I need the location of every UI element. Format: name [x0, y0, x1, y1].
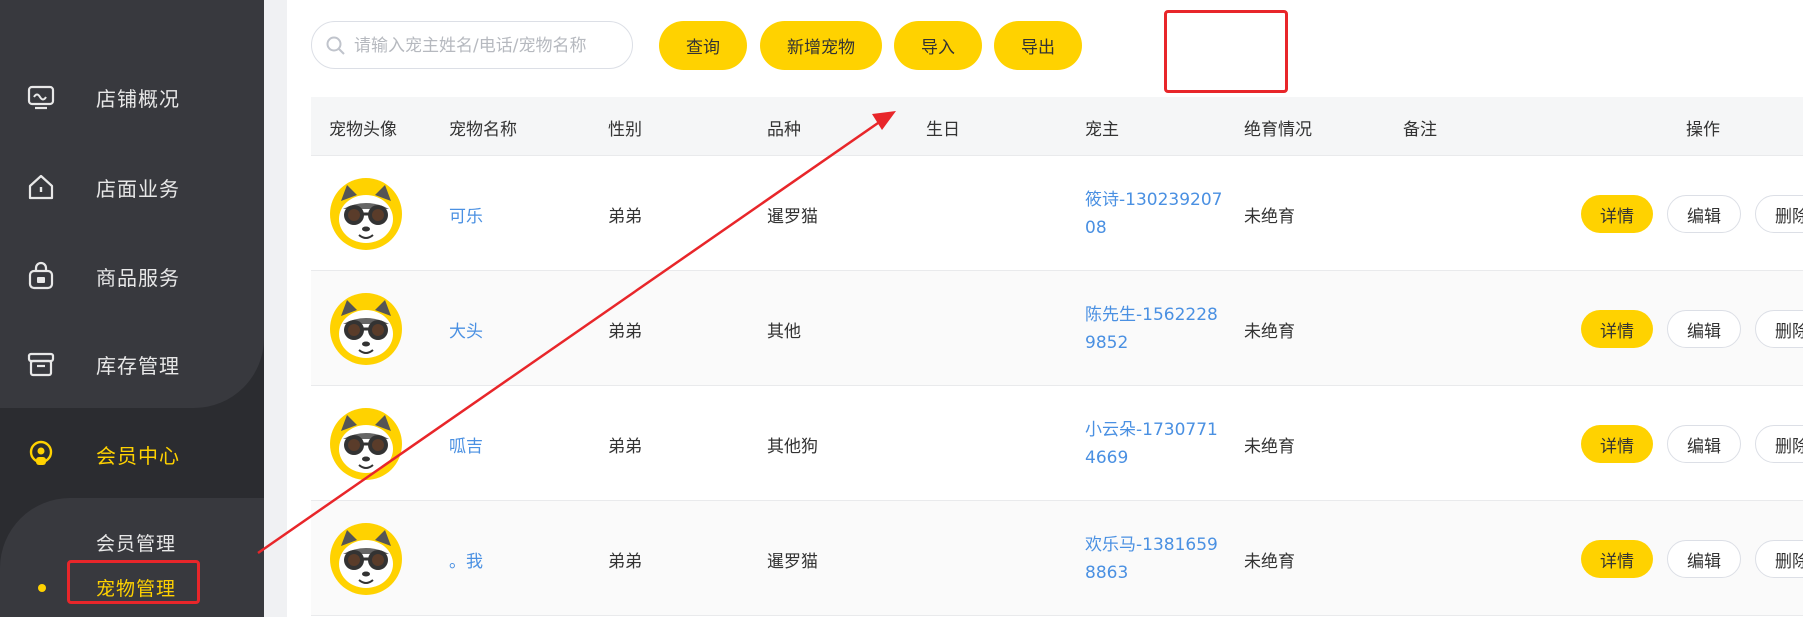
archive-box-icon — [27, 352, 55, 377]
pet-avatar — [330, 408, 402, 480]
main-content: 查询 新增宠物 导入 导出 宠物头像 宠物名称 性别 品种 生日 宠主 绝育情况… — [287, 0, 1803, 617]
table-row: 可乐 弟弟 暹罗猫 筱诗-13023920708 未绝育 详情 编辑 删除 — [311, 156, 1803, 271]
search-icon — [326, 36, 345, 55]
pet-avatar — [330, 178, 402, 250]
edit-button[interactable]: 编辑 — [1667, 425, 1741, 463]
pet-owner-link[interactable]: 欢乐马-13816598863 — [1085, 531, 1225, 587]
sidebar-item-label: 商品服务 — [96, 265, 180, 290]
search-input[interactable] — [352, 32, 626, 60]
header-breed: 品种 — [767, 120, 801, 140]
pet-sterilization: 未绝育 — [1244, 322, 1295, 342]
edit-button[interactable]: 编辑 — [1667, 195, 1741, 233]
import-button[interactable]: 导入 — [894, 21, 982, 70]
pet-avatar — [330, 523, 402, 595]
pet-avatar — [330, 293, 402, 365]
sidebar-item-label: 会员中心 — [96, 443, 180, 468]
pet-name-link[interactable]: 呱吉 — [449, 432, 483, 457]
pet-owner-link[interactable]: 筱诗-13023920708 — [1085, 186, 1225, 242]
edit-button[interactable]: 编辑 — [1667, 540, 1741, 578]
delete-button[interactable]: 删除 — [1755, 425, 1803, 463]
header-owner: 宠主 — [1085, 120, 1119, 140]
sidebar-subitem-member-management[interactable]: 会员管理 — [96, 529, 176, 556]
pet-owner-link[interactable]: 小云朵-17307714669 — [1085, 416, 1225, 472]
detail-button[interactable]: 详情 — [1581, 425, 1653, 463]
pet-gender: 弟弟 — [608, 437, 642, 457]
bag-icon — [28, 261, 54, 290]
search-box[interactable] — [311, 21, 633, 69]
table-row: 呱吉 弟弟 其他狗 小云朵-17307714669 未绝育 详情 编辑 删除 — [311, 386, 1803, 501]
edit-button[interactable]: 编辑 — [1667, 310, 1741, 348]
delete-button[interactable]: 删除 — [1755, 195, 1803, 233]
sidebar-item-store-business[interactable]: 店面业务 — [0, 157, 264, 217]
query-button[interactable]: 查询 — [659, 21, 747, 70]
pet-breed: 其他狗 — [767, 437, 818, 457]
header-remark: 备注 — [1403, 120, 1437, 140]
pet-breed: 暹罗猫 — [767, 552, 818, 572]
detail-button[interactable]: 详情 — [1581, 310, 1653, 348]
pet-gender: 弟弟 — [608, 322, 642, 342]
table-row: 。我 弟弟 暹罗猫 欢乐马-13816598863 未绝育 详情 编辑 删除 — [311, 501, 1803, 616]
table-row: 大头 弟弟 其他 陈先生-15622289852 未绝育 详情 编辑 删除 — [311, 271, 1803, 386]
annotation-highlight-pet-management — [67, 560, 200, 604]
pet-name-link[interactable]: 可乐 — [449, 202, 483, 227]
sidebar: 店铺概况 店面业务 商品服务 库存管理 会员中心 会员管理 宠物管理 — [0, 0, 264, 617]
pet-sterilization: 未绝育 — [1244, 207, 1295, 227]
monitor-icon — [27, 85, 55, 110]
pet-gender: 弟弟 — [608, 207, 642, 227]
pet-name-link[interactable]: 。我 — [449, 547, 483, 572]
delete-button[interactable]: 删除 — [1755, 310, 1803, 348]
detail-button[interactable]: 详情 — [1581, 195, 1653, 233]
header-avatar: 宠物头像 — [329, 120, 397, 140]
pet-breed: 其他 — [767, 322, 801, 342]
pet-table: 宠物头像 宠物名称 性别 品种 生日 宠主 绝育情况 备注 操作 可乐 弟弟 暹… — [311, 97, 1803, 616]
delete-button[interactable]: 删除 — [1755, 540, 1803, 578]
annotation-highlight-import — [1164, 10, 1288, 93]
pet-owner-link[interactable]: 陈先生-15622289852 — [1085, 301, 1225, 357]
sidebar-item-store-overview[interactable]: 店铺概况 — [0, 67, 264, 127]
sidebar-item-member-center[interactable]: 会员中心 — [0, 424, 264, 484]
sidebar-item-inventory[interactable]: 库存管理 — [0, 334, 264, 394]
export-button[interactable]: 导出 — [994, 21, 1082, 70]
house-icon — [28, 174, 54, 200]
table-header: 宠物头像 宠物名称 性别 品种 生日 宠主 绝育情况 备注 操作 — [311, 97, 1803, 156]
detail-button[interactable]: 详情 — [1581, 540, 1653, 578]
header-gender: 性别 — [608, 120, 642, 140]
pet-name-link[interactable]: 大头 — [449, 317, 483, 342]
header-pet-name: 宠物名称 — [449, 120, 517, 140]
sidebar-item-label: 店面业务 — [96, 176, 180, 201]
sidebar-item-label: 店铺概况 — [96, 86, 180, 111]
pet-breed: 暹罗猫 — [767, 207, 818, 227]
sidebar-item-goods-service[interactable]: 商品服务 — [0, 246, 264, 306]
header-birthday: 生日 — [926, 120, 960, 140]
active-dot — [38, 584, 46, 592]
member-icon — [29, 440, 53, 465]
header-actions: 操作 — [1686, 120, 1720, 140]
pet-gender: 弟弟 — [608, 552, 642, 572]
header-sterilization: 绝育情况 — [1244, 120, 1312, 140]
sidebar-item-label: 库存管理 — [96, 353, 180, 378]
pet-sterilization: 未绝育 — [1244, 552, 1295, 572]
add-pet-button[interactable]: 新增宠物 — [760, 21, 882, 70]
pet-sterilization: 未绝育 — [1244, 437, 1295, 457]
